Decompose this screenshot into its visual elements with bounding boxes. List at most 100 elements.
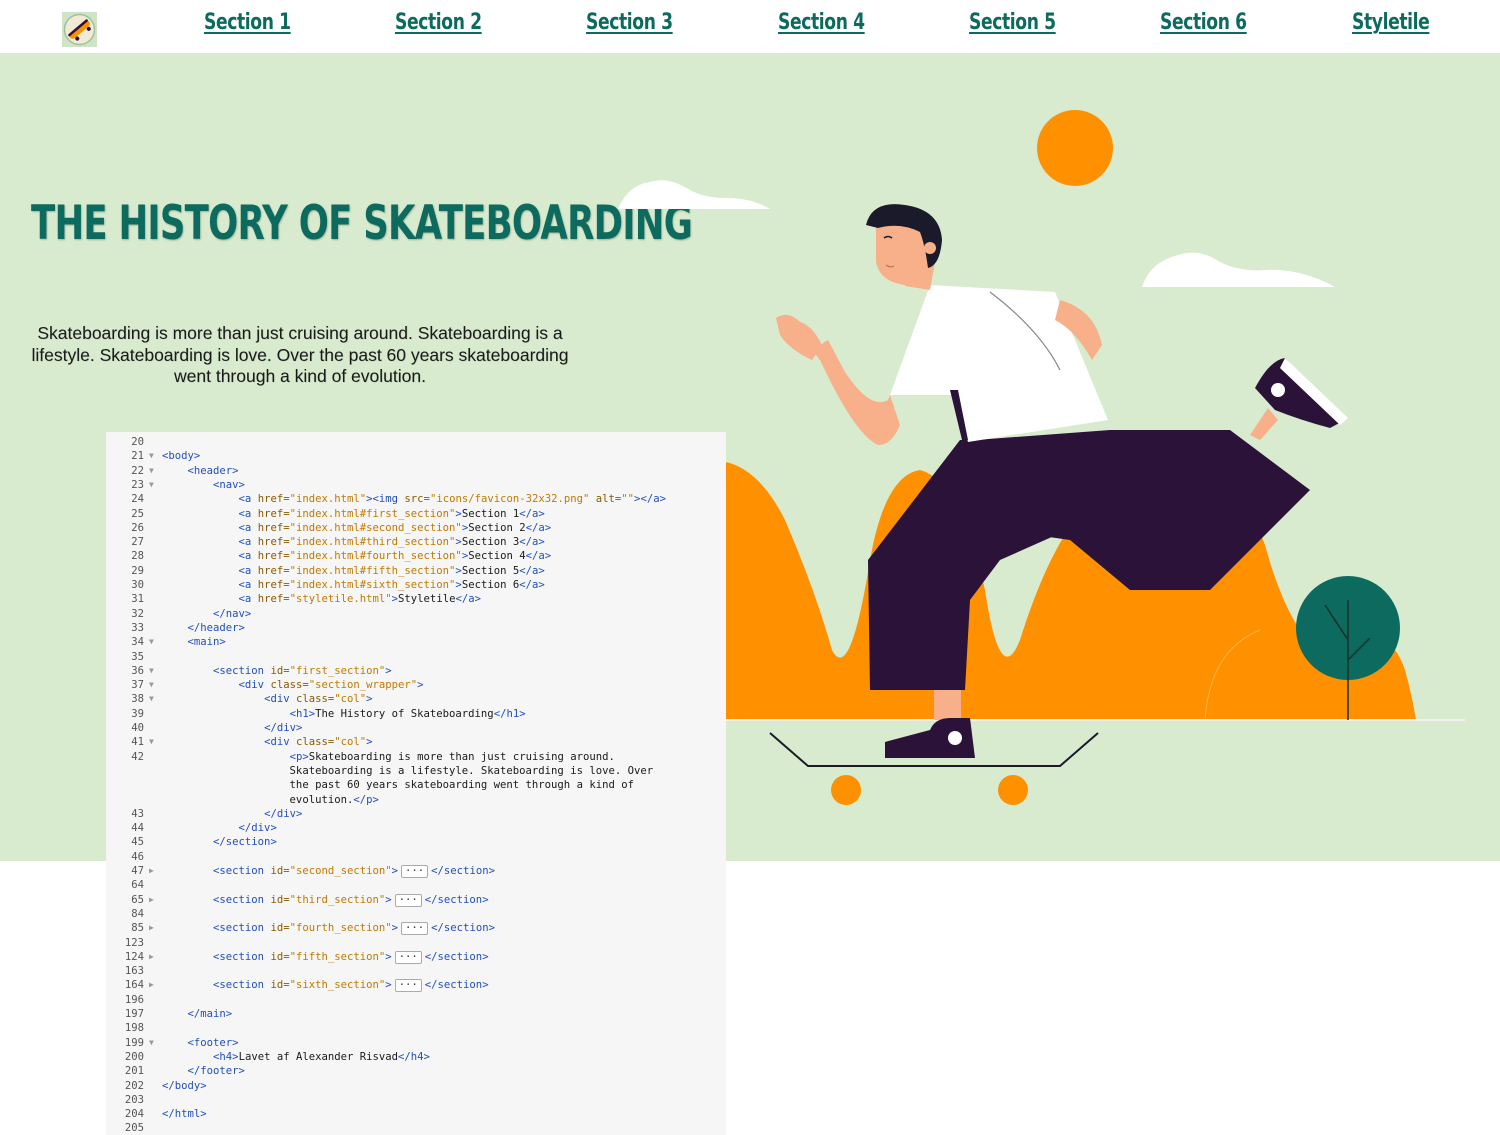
line-number: 197 bbox=[124, 1008, 144, 1020]
fold-closed-icon[interactable]: ▶ bbox=[149, 864, 154, 878]
line-number: 30 bbox=[131, 579, 144, 591]
code-text: <a href="index.html#sixth_section">Secti… bbox=[238, 579, 545, 591]
line-number: 163 bbox=[124, 965, 144, 978]
line-number: 31 bbox=[131, 593, 144, 606]
line-number: 38 bbox=[131, 693, 144, 706]
code-text: </body> bbox=[162, 1079, 207, 1092]
line-number: 25 bbox=[131, 507, 144, 520]
code-text: <a href="index.html"><img src="icons/fav… bbox=[238, 493, 666, 506]
code-text: <a href="index.html#second_section">Sect… bbox=[238, 521, 552, 534]
line-number: 44 bbox=[131, 822, 144, 835]
collapsed-code-marker[interactable]: ··· bbox=[394, 950, 422, 964]
skateboard-logo-icon[interactable] bbox=[62, 12, 97, 47]
code-text: <a href="index.html#third_section">Secti… bbox=[238, 536, 545, 549]
code-text: evolution.</p> bbox=[162, 793, 379, 806]
collapsed-code-marker[interactable]: ··· bbox=[394, 893, 422, 907]
nav-link-styletile[interactable]: Styletile bbox=[1352, 10, 1430, 35]
code-text: the past 60 years skateboarding went thr… bbox=[162, 779, 634, 792]
fold-open-icon[interactable]: ▼ bbox=[149, 735, 154, 749]
code-text: </nav> bbox=[213, 607, 252, 620]
line-number: 37 bbox=[131, 679, 144, 692]
nav-link-section-4[interactable]: Section 4 bbox=[778, 10, 865, 35]
code-text: </main> bbox=[187, 1008, 233, 1020]
nav-link-section-6[interactable]: Section 6 bbox=[1160, 10, 1247, 35]
fold-open-icon[interactable]: ▼ bbox=[149, 1036, 154, 1050]
collapsed-code-marker[interactable]: ··· bbox=[401, 922, 429, 936]
line-number: 23 bbox=[131, 478, 144, 491]
code-text: </html> bbox=[162, 1108, 207, 1121]
line-number: 33 bbox=[131, 621, 144, 634]
line-number: 200 bbox=[124, 1050, 144, 1063]
code-text: <div class="col"> bbox=[264, 736, 373, 749]
line-number: 204 bbox=[124, 1108, 144, 1121]
line-number: 41 bbox=[131, 736, 144, 749]
line-number: 22 bbox=[131, 464, 144, 477]
hero-paragraph: Skateboarding is more than just cruising… bbox=[31, 323, 569, 386]
line-number: 203 bbox=[124, 1093, 144, 1106]
line-number: 45 bbox=[131, 836, 144, 849]
fold-open-icon[interactable]: ▼ bbox=[149, 692, 154, 706]
fold-closed-icon[interactable]: ▶ bbox=[149, 950, 154, 964]
fold-open-icon[interactable]: ▼ bbox=[149, 449, 154, 463]
fold-closed-icon[interactable]: ▶ bbox=[149, 978, 154, 992]
code-text: <section id="sixth_section"> ··· </section… bbox=[213, 979, 489, 993]
line-number: 29 bbox=[131, 564, 144, 577]
code-text: </div> bbox=[264, 807, 303, 820]
line-number: 28 bbox=[131, 550, 144, 563]
code-text: </header> bbox=[187, 621, 245, 634]
collapsed-code-marker[interactable]: ··· bbox=[394, 979, 422, 993]
nav-link-section-5[interactable]: Section 5 bbox=[969, 10, 1056, 35]
code-text: <section id="fifth_section"> ··· </section… bbox=[213, 950, 489, 964]
fold-open-icon[interactable]: ▼ bbox=[149, 678, 154, 692]
line-number: 43 bbox=[131, 807, 144, 820]
line-number: 42 bbox=[131, 750, 144, 763]
line-number: 47 bbox=[131, 865, 144, 877]
fold-open-icon[interactable]: ▼ bbox=[149, 635, 154, 649]
line-number: 202 bbox=[124, 1079, 144, 1092]
line-number: 123 bbox=[124, 936, 144, 949]
code-text: <section id="fourth_section"> ··· </sectio… bbox=[213, 922, 495, 936]
line-number: 84 bbox=[131, 907, 144, 920]
nav-link-section-3[interactable]: Section 3 bbox=[586, 10, 673, 35]
code-text: <a href="index.html#fourth_section">Sect… bbox=[238, 550, 552, 563]
page-title: The History of Skateboarding bbox=[31, 196, 693, 251]
code-text: <section id="third_section"> ··· </section… bbox=[213, 893, 489, 907]
line-number: 35 bbox=[131, 650, 144, 663]
line-number: 36 bbox=[131, 664, 144, 677]
code-text: <footer> bbox=[187, 1036, 239, 1049]
line-number: 27 bbox=[131, 536, 144, 549]
code-text: <header> bbox=[187, 464, 239, 477]
line-number: 201 bbox=[124, 1065, 144, 1078]
top-navigation: Section 1 Section 2 Section 3 Section 4 … bbox=[0, 0, 1500, 53]
line-number: 196 bbox=[124, 993, 144, 1006]
line-number: 26 bbox=[131, 521, 144, 534]
code-text: <h4>Lavet af Alexander Risvad</h4> bbox=[213, 1050, 430, 1063]
line-number: 24 bbox=[131, 493, 144, 506]
line-number: 64 bbox=[131, 879, 144, 892]
line-number: 65 bbox=[131, 893, 144, 906]
skateboarder-illustration bbox=[618, 110, 1465, 805]
line-number: 205 bbox=[124, 1122, 144, 1135]
code-text: <a href="index.html#fifth_section">Secti… bbox=[238, 564, 545, 577]
fold-closed-icon[interactable]: ▶ bbox=[149, 893, 154, 907]
code-text: <main> bbox=[187, 636, 226, 649]
fold-closed-icon[interactable]: ▶ bbox=[149, 921, 154, 935]
line-number: 164 bbox=[124, 979, 144, 992]
fold-open-icon[interactable]: ▼ bbox=[149, 664, 154, 678]
code-text: </footer> bbox=[187, 1065, 245, 1078]
line-number: 20 bbox=[131, 436, 144, 448]
fold-open-icon[interactable]: ▼ bbox=[149, 478, 154, 492]
nav-link-section-1[interactable]: Section 1 bbox=[204, 10, 291, 35]
collapsed-code-marker[interactable]: ··· bbox=[401, 865, 429, 878]
code-text: <div class="col"> bbox=[264, 693, 373, 706]
code-text: <a href="index.html#first_section">Secti… bbox=[238, 507, 545, 520]
code-text: <h1>The History of Skateboarding</h1> bbox=[289, 707, 526, 720]
code-text: <body> bbox=[162, 450, 201, 463]
code-text: </section> bbox=[213, 836, 277, 849]
code-text: <div class="section_wrapper"> bbox=[238, 679, 424, 692]
code-text: <section id="second_section"> ··· </sectio… bbox=[213, 865, 495, 878]
fold-open-icon[interactable]: ▼ bbox=[149, 464, 154, 478]
code-text: <section id="first_section"> bbox=[213, 664, 392, 677]
code-text: Skateboarding is a lifestyle. Skateboard… bbox=[162, 764, 654, 777]
nav-link-section-2[interactable]: Section 2 bbox=[395, 10, 482, 35]
